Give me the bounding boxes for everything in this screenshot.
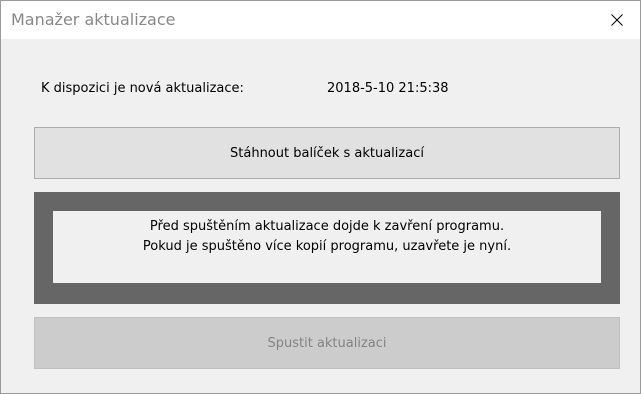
notice-panel: Před spuštěním aktualizace dojde k zavře…	[34, 192, 620, 304]
close-icon	[611, 14, 623, 26]
run-update-button: Spustit aktualizaci	[34, 317, 620, 369]
window-title: Manažer aktualizace	[11, 10, 176, 29]
notice-line-close-copies: Pokud je spuštěno více kopií programu, u…	[142, 239, 512, 254]
download-package-button[interactable]: Stáhnout balíček s aktualizací	[34, 127, 620, 179]
notice-box: Před spuštěním aktualizace dojde k zavře…	[53, 211, 601, 283]
update-timestamp: 2018-5-10 21:5:38	[327, 81, 449, 96]
notice-line-close-program: Před spuštěním aktualizace dojde k zavře…	[149, 219, 505, 234]
close-button[interactable]	[594, 1, 640, 39]
update-manager-window: Manažer aktualizace K dispozici je nová …	[0, 0, 641, 394]
update-available-label: K dispozici je nová aktualizace:	[41, 81, 244, 96]
title-bar[interactable]: Manažer aktualizace	[1, 1, 640, 39]
